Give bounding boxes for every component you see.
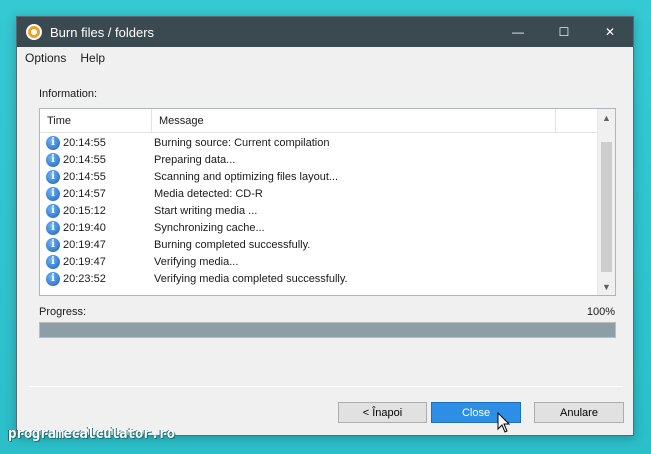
row-message: Start writing media ... [154, 204, 258, 217]
maximize-button[interactable]: ☐ [541, 17, 587, 47]
list-item[interactable]: i 20:14:55 Burning source: Current compila… [40, 134, 597, 151]
info-icon: i [46, 203, 60, 218]
list-item[interactable]: i 20:14:55 Preparing data... [40, 151, 597, 168]
row-message: Synchronizing cache... [154, 221, 265, 234]
close-window-button[interactable]: ✕ [587, 17, 633, 47]
information-label: Information: [39, 88, 98, 100]
menu-options[interactable]: Options [25, 51, 66, 65]
info-icon: i [46, 135, 60, 150]
row-time: 20:15:12 [63, 204, 106, 217]
info-icon: i [46, 220, 60, 235]
scroll-up-arrow-icon[interactable]: ▲ [598, 109, 615, 126]
log-rows: i 20:14:55 Burning source: Current compila… [40, 134, 597, 287]
row-time: 20:14:55 [63, 170, 106, 183]
row-time: 20:19:47 [63, 255, 106, 268]
column-header-message[interactable]: Message [152, 109, 556, 132]
row-message: Preparing data... [154, 153, 236, 166]
information-log-list[interactable]: Time Message i 20:14:55 Burning source: Cu… [39, 108, 616, 296]
burn-dialog-window: Burn files / folders — ☐ ✕ Options Help … [16, 16, 634, 436]
column-header-time[interactable]: Time [40, 109, 152, 132]
separator-line [29, 386, 623, 387]
row-time: 20:14:55 [63, 153, 106, 166]
cancel-button[interactable]: Anulare [534, 402, 624, 423]
row-time: 20:14:55 [63, 136, 106, 149]
row-message: Burning source: Current compilation [154, 136, 330, 149]
row-time: 20:23:52 [63, 272, 106, 285]
list-item[interactable]: i 20:19:47 Verifying media... [40, 253, 597, 270]
app-disc-icon [26, 24, 42, 40]
scroll-down-arrow-icon[interactable]: ▼ [598, 278, 615, 295]
info-icon: i [46, 237, 60, 252]
row-time: 20:19:47 [63, 238, 106, 251]
window-controls: — ☐ ✕ [495, 17, 633, 47]
info-icon: i [46, 152, 60, 167]
progress-fill [40, 323, 615, 337]
row-message: Media detected: CD-R [154, 187, 263, 200]
row-message: Verifying media completed successfully. [154, 272, 348, 285]
list-item[interactable]: i 20:15:12 Start writing media ... [40, 202, 597, 219]
row-message: Scanning and optimizing files layout... [154, 170, 339, 183]
mouse-cursor-icon [497, 412, 511, 433]
row-time: 20:14:57 [63, 187, 106, 200]
list-item[interactable]: i 20:23:52 Verifying media completed succe… [40, 270, 597, 287]
info-icon: i [46, 169, 60, 184]
row-message: Burning completed successfully. [154, 238, 311, 251]
watermark-text: programecalculator.ro [8, 426, 175, 442]
progress-label: Progress: [39, 306, 87, 318]
list-item[interactable]: i 20:19:40 Synchronizing cache... [40, 219, 597, 236]
scroll-thumb[interactable] [601, 142, 612, 272]
list-item[interactable]: i 20:14:55 Scanning and optimizing files l… [40, 168, 597, 185]
window-title: Burn files / folders [50, 24, 155, 40]
info-icon: i [46, 186, 60, 201]
minimize-button[interactable]: — [495, 17, 541, 47]
progress-percent: 100% [586, 306, 615, 318]
title-bar[interactable]: Burn files / folders — ☐ ✕ [17, 17, 633, 47]
row-message: Verifying media... [154, 255, 239, 268]
back-button[interactable]: < Înapoi [338, 402, 427, 423]
menu-help[interactable]: Help [80, 51, 105, 65]
list-header: Time Message [40, 109, 615, 133]
list-item[interactable]: i 20:19:47 Burning completed successfully. [40, 236, 597, 253]
vertical-scrollbar[interactable]: ▲ ▼ [597, 109, 615, 295]
row-time: 20:19:40 [63, 221, 106, 234]
menu-bar: Options Help [17, 47, 633, 69]
list-item[interactable]: i 20:14:57 Media detected: CD-R [40, 185, 597, 202]
info-icon: i [46, 254, 60, 269]
info-icon: i [46, 271, 60, 286]
progress-bar [39, 322, 616, 338]
